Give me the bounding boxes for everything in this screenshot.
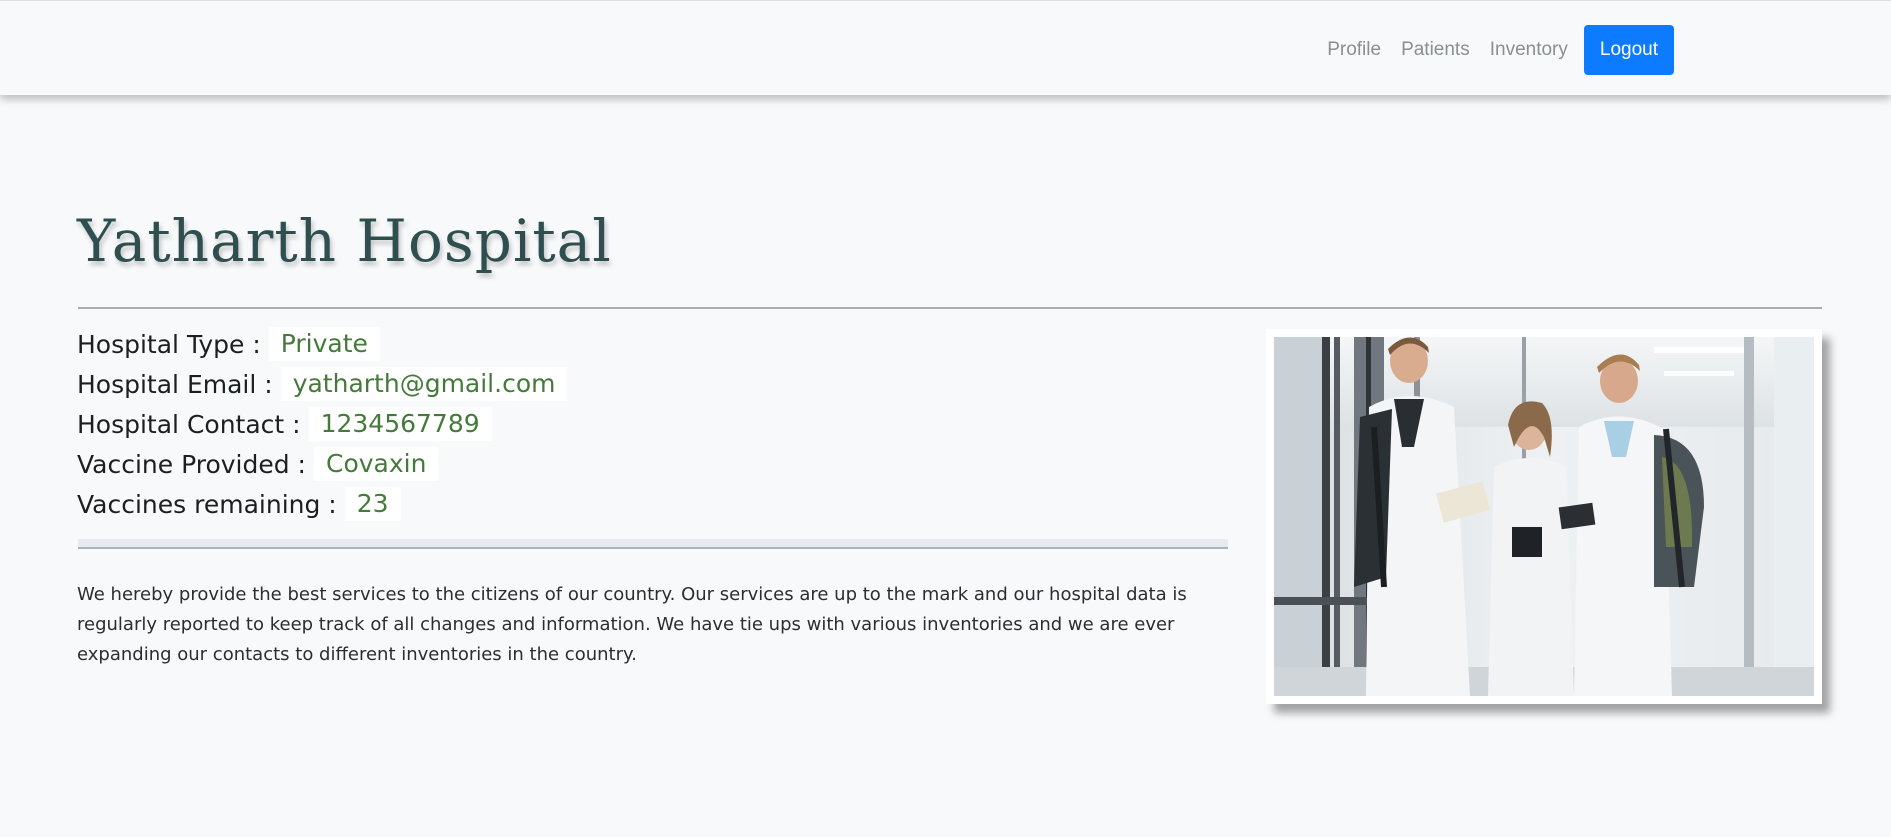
title-divider: [78, 307, 1822, 309]
hospital-email-value: yatharth@gmail.com: [280, 367, 568, 401]
vaccines-remaining-row: Vaccines remaining : 23: [77, 484, 567, 524]
vaccine-provided-row: Vaccine Provided : Covaxin: [77, 444, 567, 484]
hospital-contact-label: Hospital Contact :: [77, 409, 301, 439]
hospital-photo-frame: [1266, 329, 1822, 704]
vaccine-provided-value: Covaxin: [313, 447, 439, 481]
nav-link-patients[interactable]: Patients: [1401, 39, 1470, 61]
hospital-contact-row: Hospital Contact : 1234567789: [77, 404, 567, 444]
details-divider: [78, 539, 1228, 549]
hospital-contact-value: 1234567789: [308, 407, 492, 441]
vaccines-remaining-label: Vaccines remaining :: [77, 489, 337, 519]
hospital-details: Hospital Type : Private Hospital Email :…: [77, 324, 568, 524]
hospital-type-label: Hospital Type :: [77, 329, 261, 359]
page-title: Yatharth Hospital: [77, 207, 612, 275]
nav-links: Profile Patients Inventory Logout: [1327, 25, 1674, 75]
vaccines-remaining-value: 23: [344, 487, 401, 521]
nav-link-profile[interactable]: Profile: [1327, 39, 1381, 61]
nav-link-inventory[interactable]: Inventory: [1490, 39, 1568, 61]
hospital-type-row: Hospital Type : Private: [77, 324, 567, 364]
hospital-description: We hereby provide the best services to t…: [77, 584, 1187, 665]
vaccine-provided-label: Vaccine Provided :: [77, 449, 306, 479]
hospital-type-value: Private: [268, 327, 380, 361]
top-navbar: Profile Patients Inventory Logout: [0, 0, 1891, 95]
doctors-photo: [1274, 337, 1814, 696]
hospital-email-label: Hospital Email :: [77, 369, 273, 399]
hospital-email-row: Hospital Email : yatharth@gmail.com: [77, 364, 568, 404]
logout-button[interactable]: Logout: [1583, 25, 1674, 75]
